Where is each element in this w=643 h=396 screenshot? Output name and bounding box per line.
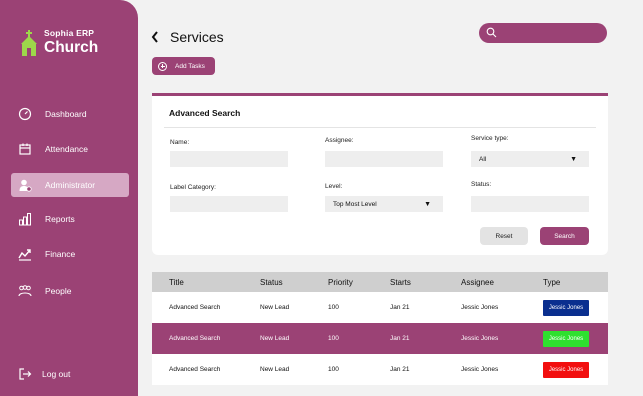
- divider: [164, 127, 596, 128]
- caret-down-icon: ▼: [424, 200, 431, 208]
- services-table: Title Status Priority Starts Assignee Ty…: [152, 272, 608, 385]
- sidebar-item-reports[interactable]: Reports: [11, 207, 129, 231]
- finance-icon: [18, 247, 32, 261]
- search-button[interactable]: Search: [540, 227, 589, 245]
- brand-erp-text: Sophia ERP: [44, 28, 95, 38]
- table-row[interactable]: Advanced Search New Lead 100 Jan 21 Jess…: [152, 323, 608, 354]
- search-icon: [486, 27, 497, 38]
- cell-title: Advanced Search: [169, 366, 221, 373]
- cell-status: New Lead: [260, 304, 290, 311]
- table-row[interactable]: Advanced Search New Lead 100 Jan 21 Jess…: [152, 354, 608, 385]
- cell-priority: 100: [328, 304, 339, 311]
- cell-assignee: Jessic Jones: [461, 304, 499, 311]
- label-category-label: Label Category:: [170, 184, 216, 191]
- sidebar-item-label: Attendance: [45, 144, 89, 154]
- advanced-search-panel: Advanced Search Name: Assignee: Service …: [152, 93, 608, 255]
- column-header-type: Type: [543, 277, 561, 287]
- cell-title: Advanced Search: [169, 304, 221, 311]
- sidebar: Sophia ERP Church Dashboard Attendance A…: [0, 0, 138, 396]
- plus-circle-icon: [158, 61, 167, 71]
- cell-priority: 100: [328, 335, 339, 342]
- name-label: Name:: [170, 139, 190, 146]
- table-row[interactable]: Advanced Search New Lead 100 Jan 21 Jess…: [152, 292, 608, 323]
- column-header-starts: Starts: [390, 277, 411, 287]
- reports-icon: [18, 212, 32, 226]
- level-select[interactable]: Top Most Level ▼: [325, 196, 443, 212]
- people-icon: [18, 284, 32, 298]
- sidebar-item-label: People: [45, 286, 72, 296]
- add-tasks-button[interactable]: Add Tasks: [152, 57, 215, 75]
- sidebar-item-label: Administrator: [45, 180, 96, 190]
- cell-status: New Lead: [260, 335, 290, 342]
- status-label: Status:: [471, 181, 492, 188]
- sidebar-item-label: Finance: [45, 249, 76, 259]
- column-header-assignee: Assignee: [461, 277, 494, 287]
- sidebar-item-label: Reports: [45, 214, 75, 224]
- sidebar-item-dashboard[interactable]: Dashboard: [11, 102, 129, 126]
- logout-label: Log out: [42, 369, 71, 379]
- cell-starts: Jan 21: [390, 304, 410, 311]
- caret-down-icon: ▼: [570, 155, 577, 163]
- cell-title: Advanced Search: [169, 335, 221, 342]
- type-badge[interactable]: Jessic Jones: [543, 361, 589, 378]
- page-title: Services: [170, 29, 224, 45]
- sidebar-item-people[interactable]: People: [11, 279, 129, 303]
- add-tasks-label: Add Tasks: [175, 62, 205, 70]
- brand-name: Church: [44, 39, 99, 56]
- brand-logo: Sophia ERP Church: [19, 28, 98, 57]
- type-badge[interactable]: Jessic Jones: [543, 330, 589, 347]
- level-label: Level:: [325, 183, 343, 190]
- cell-type: Jessic Jones: [543, 354, 589, 385]
- dashboard-icon: [18, 107, 32, 121]
- assignee-field[interactable]: [325, 151, 443, 167]
- label-category-field[interactable]: [170, 196, 288, 212]
- cell-status: New Lead: [260, 366, 290, 373]
- reset-button[interactable]: Reset: [480, 227, 528, 245]
- name-field[interactable]: [170, 151, 288, 167]
- admin-user-icon: [18, 178, 32, 192]
- cell-assignee: Jessic Jones: [461, 366, 499, 373]
- search-input[interactable]: [479, 23, 607, 43]
- service-type-label: Service type:: [471, 135, 509, 142]
- cell-starts: Jan 21: [390, 335, 410, 342]
- column-header-priority: Priority: [328, 277, 353, 287]
- logout-icon: [18, 367, 32, 381]
- status-field[interactable]: [471, 196, 589, 212]
- sidebar-item-administrator[interactable]: Administrator: [11, 173, 129, 197]
- service-type-select[interactable]: All ▼: [471, 151, 589, 167]
- cell-type: Jessic Jones: [543, 323, 589, 354]
- table-header: Title Status Priority Starts Assignee Ty…: [152, 272, 608, 292]
- back-arrow-icon[interactable]: [150, 30, 160, 44]
- level-value: Top Most Level: [333, 200, 377, 208]
- service-type-value: All: [479, 155, 487, 163]
- column-header-title: Title: [169, 277, 184, 287]
- advanced-search-title: Advanced Search: [169, 108, 241, 118]
- assignee-label: Assignee:: [325, 137, 354, 144]
- church-icon: [19, 29, 39, 56]
- calendar-icon: [18, 142, 32, 156]
- cell-assignee: Jessic Jones: [461, 335, 499, 342]
- sidebar-item-label: Dashboard: [45, 109, 87, 119]
- column-header-status: Status: [260, 277, 283, 287]
- cell-starts: Jan 21: [390, 366, 410, 373]
- sidebar-item-attendance[interactable]: Attendance: [11, 137, 129, 161]
- sidebar-item-finance[interactable]: Finance: [11, 242, 129, 266]
- type-badge[interactable]: Jessic Jones: [543, 299, 589, 316]
- logout-button[interactable]: Log out: [13, 362, 131, 386]
- cell-priority: 100: [328, 366, 339, 373]
- cell-type: Jessic Jones: [543, 292, 589, 323]
